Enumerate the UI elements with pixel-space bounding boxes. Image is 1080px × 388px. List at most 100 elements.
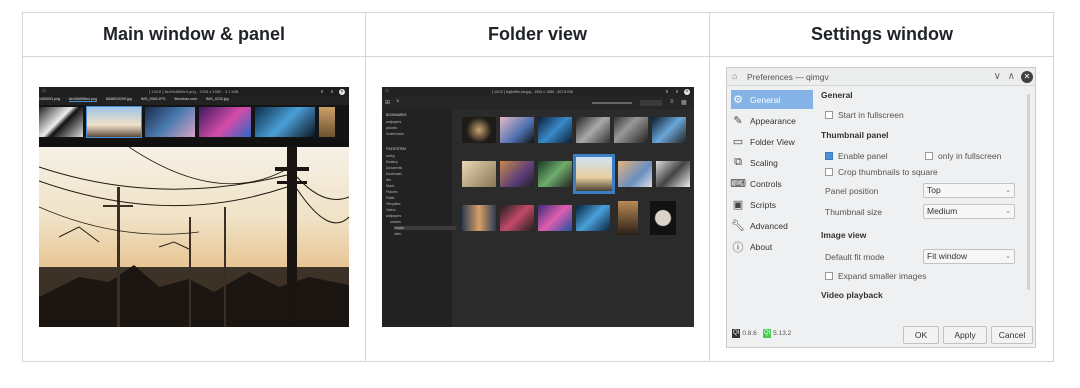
folder-item[interactable]: Public xyxy=(386,196,395,200)
grid-thumbnail[interactable] xyxy=(500,161,534,187)
app-menu-icon[interactable]: ⌂ xyxy=(385,88,389,94)
grid-thumbnail[interactable] xyxy=(500,205,534,231)
folder-item[interactable]: other xyxy=(394,232,401,236)
start-fullscreen-option[interactable]: Start in fullscreen xyxy=(825,110,904,120)
grid-thumbnail[interactable] xyxy=(618,161,652,187)
nav-appearance[interactable]: ✎ Appearance xyxy=(731,111,813,130)
folder-item[interactable]: wallpapers xyxy=(386,214,401,218)
grid-thumbnail[interactable] xyxy=(652,117,686,143)
grid-thumbnail[interactable] xyxy=(618,201,638,235)
app-menu-icon[interactable]: ⌂ xyxy=(42,88,46,94)
thumbnail[interactable] xyxy=(199,107,251,137)
expand-smaller-checkbox[interactable] xyxy=(825,272,833,280)
bookmark-item[interactable]: wallpapers xyxy=(386,120,401,124)
header-main-window: Main window & panel xyxy=(23,13,365,57)
folder-item[interactable]: dev xyxy=(386,178,391,182)
thumbnail[interactable] xyxy=(39,107,83,137)
grid-thumbnail[interactable] xyxy=(462,161,496,187)
thumbnail[interactable] xyxy=(319,107,335,137)
thumb-filename: IMG_0946.JPG xyxy=(140,97,166,101)
grid-thumbnail-selected[interactable] xyxy=(573,154,615,194)
crop-thumbnails-checkbox[interactable] xyxy=(825,168,833,176)
header-folder-view: Folder view xyxy=(366,13,709,57)
only-fullscreen-checkbox[interactable] xyxy=(925,152,933,160)
back-icon[interactable]: ⊞ xyxy=(385,99,390,106)
view-mode-icon[interactable]: ≡ xyxy=(670,99,674,105)
option-label: Crop thumbnails to square xyxy=(838,167,938,177)
folder-item-selected[interactable]: images xyxy=(394,226,456,230)
close-icon[interactable]: × xyxy=(339,89,345,95)
nav-scaling[interactable]: ⧉ Scaling xyxy=(731,153,813,172)
maximize-icon[interactable]: ∧ xyxy=(329,89,335,95)
thumbnail-size-slider[interactable] xyxy=(592,102,632,104)
chevron-down-icon: ⌄ xyxy=(1005,208,1011,215)
close-icon[interactable]: × xyxy=(684,89,690,95)
grid-thumbnail[interactable] xyxy=(576,205,610,231)
thumbnail[interactable] xyxy=(255,107,315,137)
grid-thumbnail[interactable] xyxy=(538,161,572,187)
power-lines-illustration xyxy=(39,147,349,327)
grid-thumbnail[interactable] xyxy=(576,117,610,143)
nav-label: Scaling xyxy=(750,157,778,168)
thumbnail[interactable] xyxy=(86,106,142,138)
bookmark-item[interactable]: Screenshots xyxy=(386,132,404,136)
grid-thumbnail[interactable] xyxy=(538,205,572,231)
nav-about[interactable]: ⓘ About xyxy=(731,237,813,256)
folder-item[interactable]: config xyxy=(386,154,395,158)
only-fullscreen-option[interactable]: only in fullscreen xyxy=(925,151,1001,161)
bookmark-item[interactable]: pictures xyxy=(386,126,397,130)
nav-controls[interactable]: ⌨ Controls xyxy=(730,174,813,193)
folder-item[interactable]: Documents xyxy=(386,166,402,170)
folder-item[interactable]: Videos xyxy=(386,208,396,212)
preferences-nav: ⚙ General ✎ Appearance ▭ Folder View ⧉ S… xyxy=(727,86,817,324)
default-fit-mode-select[interactable]: Fit window ⌄ xyxy=(923,249,1015,264)
folder-item[interactable]: Templates xyxy=(386,202,401,206)
ok-button[interactable]: OK xyxy=(903,326,939,344)
grid-thumbnail[interactable] xyxy=(656,161,690,187)
folder-item[interactable]: Music xyxy=(386,184,394,188)
grid-thumbnail[interactable] xyxy=(614,117,648,143)
expand-smaller-option[interactable]: Expand smaller images xyxy=(825,271,926,281)
grid-thumbnail[interactable] xyxy=(538,117,572,143)
minimize-icon[interactable]: ∨ xyxy=(319,89,325,95)
grid-thumbnail[interactable] xyxy=(462,117,496,143)
settings-window-cell: ⌂ Preferences — qimgv ∨ ∧ ✕ ⚙ General ✎ … xyxy=(710,58,1054,362)
minimize-icon[interactable]: ∨ xyxy=(994,71,1001,82)
nav-folder-view[interactable]: ▭ Folder View xyxy=(731,132,813,151)
folder-view-title: [ 10/10 ] bigbuffer-kw.jpg - 1920 x 1080… xyxy=(492,90,573,94)
enable-panel-checkbox[interactable] xyxy=(825,152,833,160)
maximize-icon[interactable]: ∧ xyxy=(1008,71,1015,82)
cancel-button[interactable]: Cancel xyxy=(991,326,1033,344)
enable-panel-option[interactable]: Enable panel xyxy=(825,151,888,161)
crop-thumbnails-option[interactable]: Crop thumbnails to square xyxy=(825,167,938,177)
close-folder-icon[interactable]: × xyxy=(396,99,400,105)
grid-thumbnail[interactable] xyxy=(500,117,534,143)
grid-thumbnail[interactable] xyxy=(462,205,496,231)
keyboard-icon: ⌨ xyxy=(730,178,746,190)
nav-advanced[interactable]: 🔧︎ Advanced xyxy=(731,216,813,235)
folder-item[interactable]: Desktop xyxy=(386,160,398,164)
nav-label: Advanced xyxy=(750,220,788,231)
thumbnail-size-select[interactable]: Medium ⌄ xyxy=(923,204,1015,219)
app-version: 0.8.6 xyxy=(742,330,757,337)
folder-item[interactable]: random xyxy=(390,220,401,224)
help-icon: ⓘ xyxy=(732,241,744,254)
folder-item[interactable]: Pictures xyxy=(386,190,398,194)
window-menu-icon[interactable]: ⌂ xyxy=(732,71,737,81)
folder-view-cell: ⌂ [ 10/10 ] bigbuffer-kw.jpg - 1920 x 10… xyxy=(366,58,709,362)
sort-combo[interactable] xyxy=(640,100,662,106)
grid-thumbnail[interactable] xyxy=(650,201,676,235)
nav-general[interactable]: ⚙ General xyxy=(731,90,813,109)
maximize-icon[interactable]: ∧ xyxy=(674,89,680,95)
nav-scripts[interactable]: ▣ Scripts xyxy=(731,195,813,214)
start-fullscreen-checkbox[interactable] xyxy=(825,111,833,119)
thumb-filename: 6848910299.jpg xyxy=(105,97,132,101)
folder-item[interactable]: Downloads xyxy=(386,172,402,176)
settings-scrollbar[interactable] xyxy=(1027,94,1030,290)
close-icon[interactable]: ✕ xyxy=(1021,71,1033,83)
minimize-icon[interactable]: ∨ xyxy=(664,89,670,95)
grid-mode-icon[interactable]: ▦ xyxy=(681,99,687,106)
thumbnail[interactable] xyxy=(145,107,195,137)
apply-button[interactable]: Apply xyxy=(943,326,987,344)
panel-position-select[interactable]: Top ⌄ xyxy=(923,183,1015,198)
